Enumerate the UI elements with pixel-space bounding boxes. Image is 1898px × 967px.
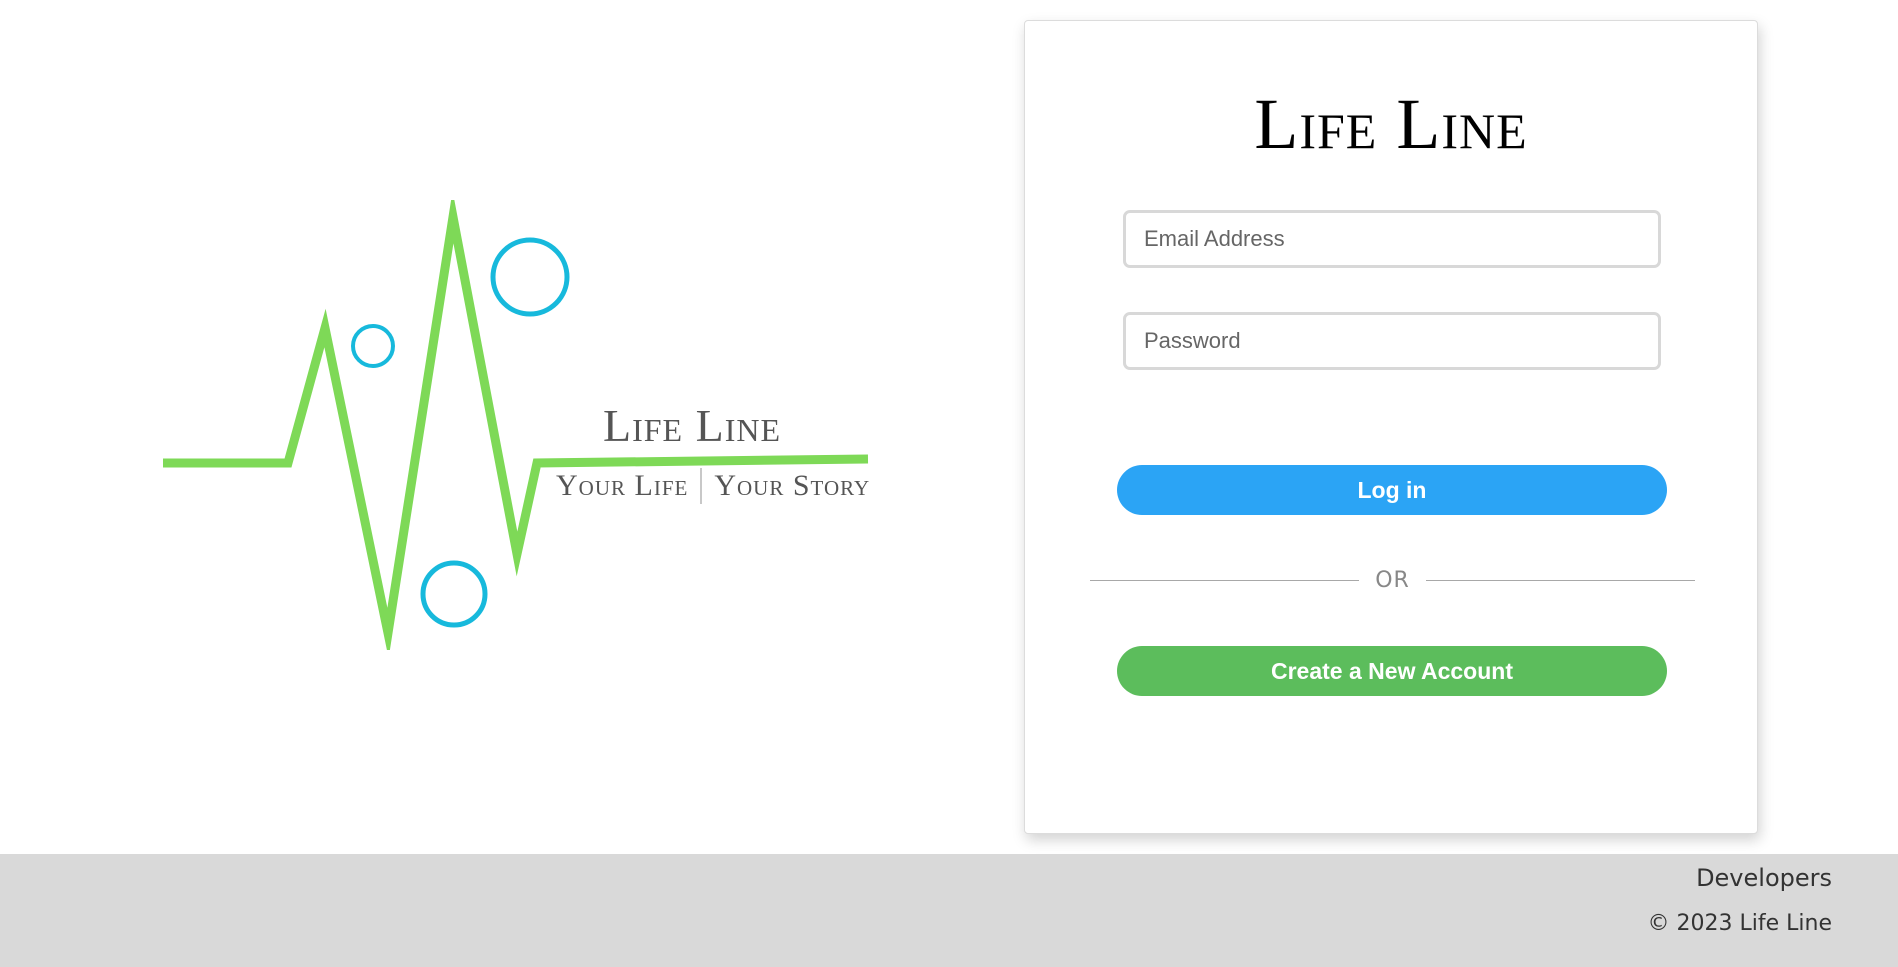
small-circle-icon <box>351 324 395 368</box>
login-page: Life Line Your Life Your Story Life Line… <box>0 0 1898 967</box>
email-field[interactable] <box>1123 210 1661 268</box>
divider-line-right <box>1425 579 1696 581</box>
card-title: Life Line <box>1254 84 1528 164</box>
login-button[interactable]: Log in <box>1117 465 1667 515</box>
tagline-separator <box>700 468 703 504</box>
brand-logo: Life Line Your Life Your Story <box>150 200 890 650</box>
tagline-left: Your Life <box>556 469 689 502</box>
logo-title: Life Line <box>603 400 782 451</box>
divider-text: OR <box>1375 567 1410 593</box>
bottom-circle-icon <box>420 560 488 628</box>
logo-tagline: Your Life Your Story <box>556 468 870 504</box>
login-card: Life Line Log in OR Create a New Account <box>1024 20 1758 834</box>
footer: Developers © 2023 Life Line <box>0 854 1898 967</box>
create-account-button[interactable]: Create a New Account <box>1117 646 1667 696</box>
copyright-text: © 2023 Life Line <box>1647 911 1832 936</box>
large-circle-icon <box>490 237 570 317</box>
tagline-right: Your Story <box>714 469 871 502</box>
developers-link[interactable]: Developers <box>1696 864 1832 892</box>
divider-line-left <box>1090 579 1360 581</box>
password-field[interactable] <box>1123 312 1661 370</box>
or-divider: OR <box>1090 565 1696 595</box>
